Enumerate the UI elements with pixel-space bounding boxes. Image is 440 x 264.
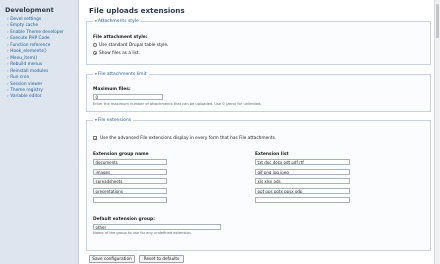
attachments-limit-legend[interactable]: ▾File attachments limit (93, 71, 149, 78)
sidebar-item-label: Run cron (10, 75, 30, 81)
sidebar-menu: › Devel settings › Empty cache › Enable The… (0, 17, 78, 101)
extension-group-input-2[interactable]: images (93, 168, 167, 175)
bullet-icon: › (7, 42, 9, 48)
extension-list-header: Extension list (255, 152, 289, 157)
sidebar: Development › Devel settings › Empty cache… (0, 0, 79, 264)
extension-list-input-4[interactable]: ppt pps pptx ppsx odp (255, 187, 350, 194)
maximum-files-input[interactable]: 0 (93, 94, 163, 100)
extension-group-name-header: Extension group name (93, 152, 149, 157)
collapse-triangle-icon: ▾ (95, 19, 97, 23)
vertical-scrollbar[interactable] (434, 0, 440, 264)
sidebar-item-label: Reinstall modules (10, 68, 49, 74)
file-extensions-legend[interactable]: ▾File extensions (93, 117, 134, 124)
extension-list-input-3[interactable]: xls xlsx ods (255, 178, 350, 184)
sidebar-title: Development (5, 6, 54, 14)
bullet-icon: › (7, 23, 9, 29)
main-content: File uploads extensions ▾Attachments sty… (86, 0, 431, 264)
legend-label: File attachments limit (97, 72, 147, 77)
bullet-icon: › (7, 55, 9, 61)
maximum-files-label: Maximum files: (93, 87, 131, 92)
save-configuration-button[interactable]: Save configuration (89, 255, 135, 263)
maximum-files-description: Enter the maximum number of attachments … (93, 102, 262, 106)
extension-list-input-1[interactable]: txt doc docx odt pdf rtf (255, 159, 350, 165)
attachments-style-legend[interactable]: ▾Attachments style (93, 18, 141, 25)
sidebar-item-label: Enable Theme developer (10, 29, 64, 35)
reset-to-defaults-button[interactable]: Reset to defaults (139, 255, 184, 263)
attachments-style-fieldset: ▾Attachments style File attachment style… (86, 18, 431, 65)
page-title: File uploads extensions (89, 6, 185, 15)
radio-table-style-label: Use standard Drupal table style. (99, 42, 169, 48)
attachments-limit-fieldset: ▾File attachments limit Maximum files: 0… (86, 71, 431, 112)
legend-label: File extensions (97, 118, 132, 123)
bullet-icon: › (7, 17, 9, 22)
extension-group-input-4[interactable]: presentations (93, 187, 167, 194)
bullet-icon: › (7, 62, 9, 68)
sidebar-item-label: Devel settings (10, 17, 42, 22)
bullet-icon: › (7, 49, 9, 55)
sidebar-item-label: Rebuild menus (10, 62, 43, 68)
bullet-icon: › (7, 29, 9, 35)
legend-label: Attachments style (97, 19, 139, 24)
extension-list-input-5[interactable] (255, 197, 350, 203)
radio-table-style[interactable] (93, 43, 98, 48)
bullet-icon: › (7, 68, 9, 74)
bullet-icon: › (7, 36, 9, 42)
default-extension-group-input[interactable]: other (93, 223, 221, 230)
sidebar-item-label: Execute PHP Code (10, 36, 50, 42)
bullet-icon: › (7, 81, 9, 87)
scrollbar-thumb[interactable] (436, 4, 439, 38)
sidebar-item-label: Empty cache (10, 23, 39, 29)
sidebar-item-label: Menu_item() (10, 55, 38, 61)
extension-group-input-3[interactable]: spreadsheets (93, 178, 167, 184)
default-extension-group-description: Name of the group to use for any undefin… (93, 231, 192, 235)
sidebar-item-label: Theme registry (10, 87, 43, 93)
radio-list-style[interactable] (93, 51, 98, 56)
advanced-display-checkbox[interactable]: ✓ (93, 135, 98, 140)
default-extension-group-label: Default extension group: (93, 217, 155, 222)
sidebar-item-label: Variable editor (10, 94, 42, 100)
sidebar-item-variable-editor[interactable]: › Variable editor (7, 94, 78, 100)
collapse-triangle-icon: ▾ (95, 72, 97, 76)
sidebar-item-label: Session viewer (10, 81, 43, 87)
extension-group-input-5[interactable] (93, 197, 167, 203)
collapse-triangle-icon: ▾ (95, 118, 97, 122)
extension-list-input-2[interactable]: gif png jpg jpeg (255, 168, 350, 175)
sidebar-item-label: Hook_elements() (10, 49, 47, 55)
attachment-style-label: File attachment style: (93, 35, 148, 40)
extension-group-input-1[interactable]: documents (93, 159, 167, 165)
radio-list-style-label: Show files as a list. (99, 50, 141, 56)
file-extensions-fieldset: ▾File extensions ✓ Use the advanced File… (86, 117, 431, 251)
advanced-display-label: Use the advanced File extensions display… (100, 135, 277, 141)
bullet-icon: › (7, 94, 9, 100)
bullet-icon: › (7, 75, 9, 81)
bullet-icon: › (7, 87, 9, 93)
sidebar-item-label: Function reference (10, 42, 51, 48)
